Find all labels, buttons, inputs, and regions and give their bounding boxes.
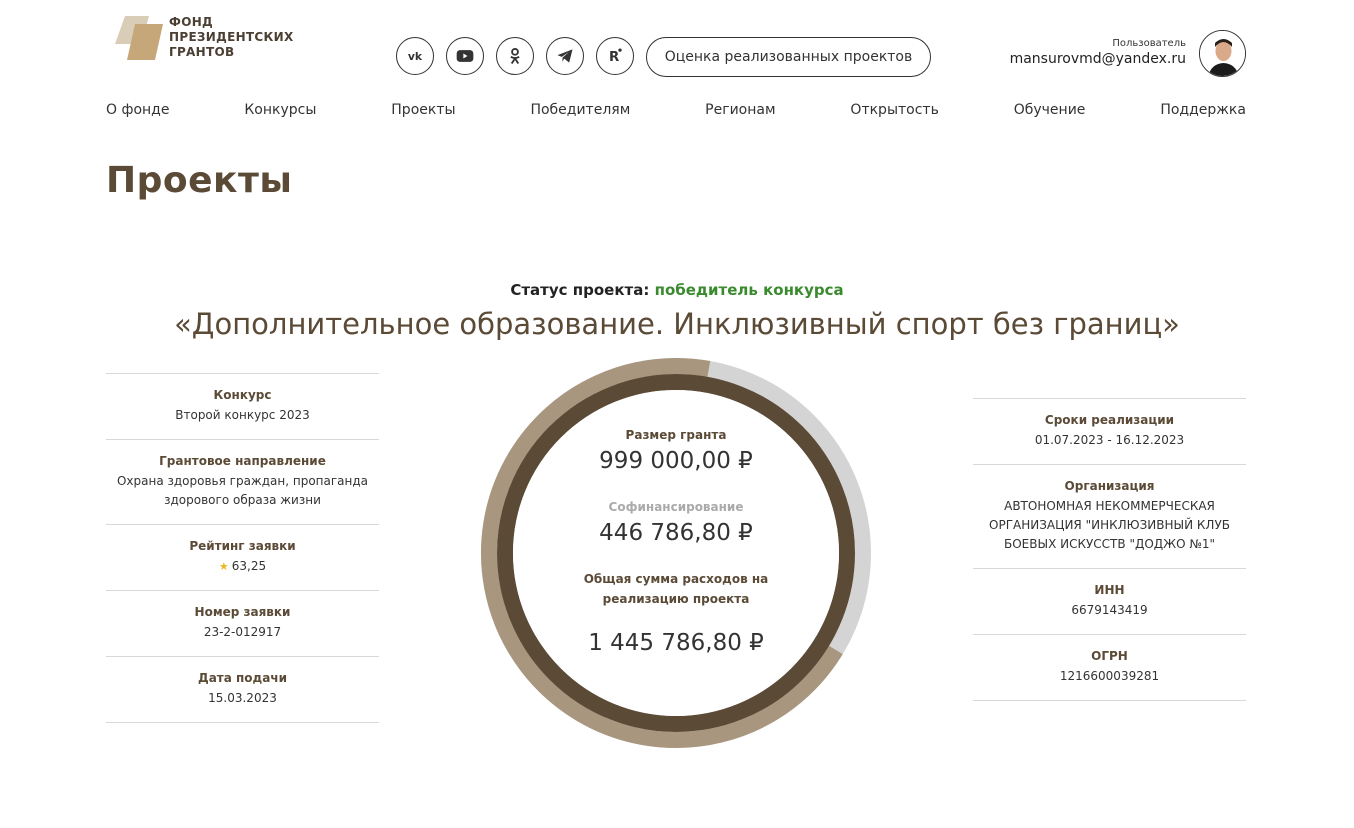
- social-links: vk R: [396, 37, 634, 75]
- svg-text:vk: vk: [408, 50, 423, 63]
- detail-key: ОГРН: [1091, 649, 1128, 663]
- star-icon: ★: [218, 560, 229, 573]
- detail-value: 1216600039281: [1059, 669, 1160, 683]
- user-label: Пользователь: [1112, 38, 1186, 49]
- vk-icon[interactable]: vk: [396, 37, 434, 75]
- nav-item-about[interactable]: О фонде: [106, 102, 169, 118]
- page-title: Проекты: [106, 160, 293, 201]
- total-label-line2: реализацию проекта: [602, 592, 750, 606]
- project-details-right: Сроки реализации 01.07.2023 - 16.12.2023…: [973, 398, 1246, 701]
- nav-item-projects[interactable]: Проекты: [391, 102, 455, 118]
- project-details-left: Конкурс Второй конкурс 2023 Грантовое на…: [106, 373, 379, 723]
- detail-value: 15.03.2023: [208, 691, 277, 705]
- detail-value[interactable]: АВТОНОМНАЯ НЕКОММЕРЧЕСКАЯ ОРГАНИЗАЦИЯ "И…: [979, 497, 1240, 554]
- rating-value: 63,25: [231, 559, 267, 573]
- status-label: Статус проекта:: [510, 281, 650, 299]
- project-status: Статус проекта: победитель конкурса: [0, 281, 1354, 299]
- telegram-icon[interactable]: [546, 37, 584, 75]
- logo-mark-icon: [113, 14, 165, 60]
- detail-value: ★ 63,25: [112, 557, 373, 576]
- detail-value: 23-2-012917: [203, 625, 282, 639]
- project-title: «Дополнительное образование. Инклюзивный…: [174, 307, 1180, 341]
- detail-value: 01.07.2023 - 16.12.2023: [1034, 433, 1185, 447]
- user-info[interactable]: Пользователь mansurovmd@yandex.ru: [1010, 38, 1186, 67]
- detail-row-contest: Конкурс Второй конкурс 2023: [106, 373, 379, 439]
- cofinancing-label: Софинансирование: [608, 500, 744, 514]
- grant-label: Размер гранта: [625, 428, 727, 442]
- fund-logo[interactable]: ФОНД ПРЕЗИДЕНТСКИХ ГРАНТОВ: [113, 14, 294, 60]
- detail-value: Второй конкурс 2023: [175, 408, 310, 422]
- detail-value: Охрана здоровья граждан, пропаганда здор…: [116, 474, 369, 507]
- finance-circle: Размер гранта 999 000,00 ₽ Софинансирова…: [478, 355, 874, 751]
- detail-key: Дата подачи: [198, 671, 287, 685]
- detail-value: 6679143419: [1071, 603, 1148, 617]
- detail-key: ИНН: [1094, 583, 1125, 597]
- detail-row-application-number: Номер заявки 23-2-012917: [106, 590, 379, 656]
- nav-item-support[interactable]: Поддержка: [1160, 102, 1246, 118]
- status-value: победитель конкурса: [654, 281, 844, 299]
- total-label-line1: Общая сумма расходов на: [583, 572, 769, 586]
- detail-row-organization: Организация АВТОНОМНАЯ НЕКОММЕРЧЕСКАЯ ОР…: [973, 464, 1246, 568]
- logo-text: ФОНД ПРЕЗИДЕНТСКИХ ГРАНТОВ: [169, 14, 294, 59]
- detail-key: Организация: [1064, 479, 1155, 493]
- rutube-icon[interactable]: R: [596, 37, 634, 75]
- avatar[interactable]: [1199, 30, 1246, 77]
- detail-key: Рейтинг заявки: [189, 539, 296, 553]
- youtube-icon[interactable]: [446, 37, 484, 75]
- nav-item-winners[interactable]: Победителям: [530, 102, 630, 118]
- detail-key: Грантовое направление: [159, 454, 326, 468]
- cofinancing-value: 446 786,80 ₽: [599, 520, 753, 546]
- nav-item-training[interactable]: Обучение: [1014, 102, 1086, 118]
- detail-row-submission-date: Дата подачи 15.03.2023: [106, 656, 379, 723]
- total-value: 1 445 786,80 ₽: [588, 630, 764, 656]
- detail-row-ogrn: ОГРН 1216600039281: [973, 634, 1246, 701]
- main-nav: О фонде Конкурсы Проекты Победителям Рег…: [106, 102, 1246, 118]
- detail-row-rating: Рейтинг заявки ★ 63,25: [106, 524, 379, 590]
- user-email[interactable]: mansurovmd@yandex.ru: [1010, 51, 1186, 67]
- nav-item-contests[interactable]: Конкурсы: [244, 102, 316, 118]
- detail-key: Номер заявки: [194, 605, 291, 619]
- svg-text:R: R: [609, 50, 619, 65]
- odnoklassniki-icon[interactable]: [496, 37, 534, 75]
- evaluate-projects-button[interactable]: Оценка реализованных проектов: [646, 37, 931, 77]
- nav-item-openness[interactable]: Открытость: [850, 102, 938, 118]
- detail-row-period: Сроки реализации 01.07.2023 - 16.12.2023: [973, 398, 1246, 464]
- detail-row-inn: ИНН 6679143419: [973, 568, 1246, 634]
- grant-value: 999 000,00 ₽: [599, 448, 753, 474]
- detail-row-direction: Грантовое направление Охрана здоровья гр…: [106, 439, 379, 524]
- detail-key: Конкурс: [213, 388, 272, 402]
- nav-item-regions[interactable]: Регионам: [705, 102, 775, 118]
- detail-key: Сроки реализации: [1044, 413, 1175, 427]
